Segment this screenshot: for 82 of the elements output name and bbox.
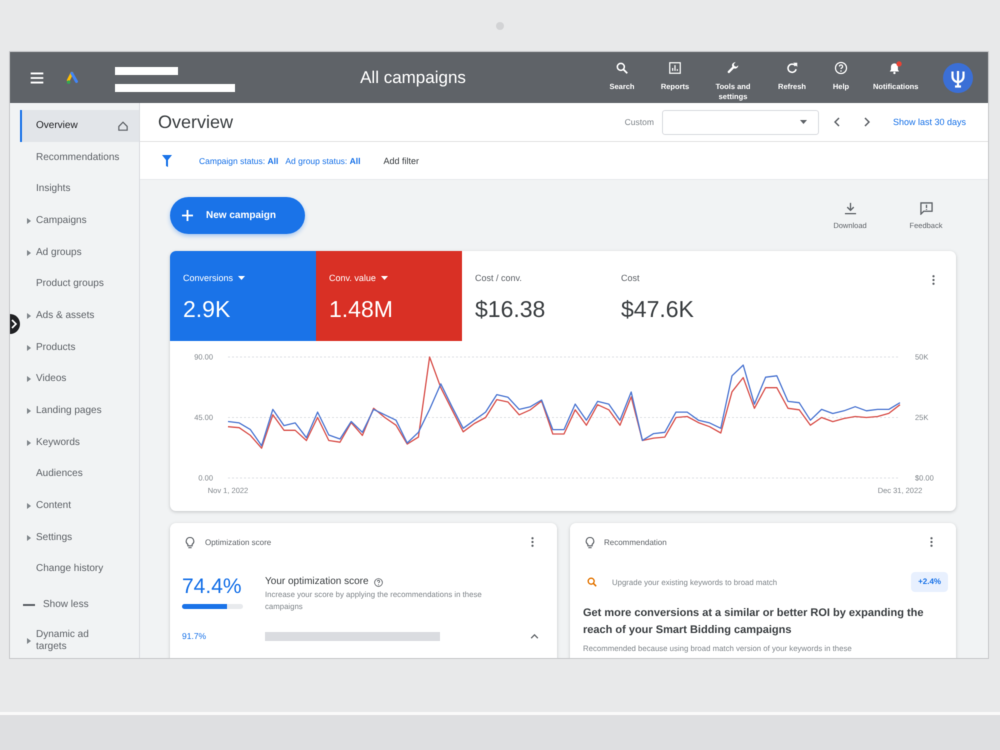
metric-label: Cost / conv. <box>475 272 522 284</box>
sidebar-item[interactable]: Product groups <box>20 268 139 300</box>
caret-icon <box>27 250 31 256</box>
search-icon <box>587 577 597 587</box>
sidebar-item[interactable]: Content <box>20 490 139 522</box>
caret-icon <box>380 276 388 280</box>
score-value: 74.4% <box>182 575 243 599</box>
filter-chip[interactable]: Campaign status: All <box>199 156 278 166</box>
refresh-icon <box>785 61 799 75</box>
sidebar-item[interactable]: Videos <box>20 364 139 396</box>
caret-icon <box>27 312 31 319</box>
sidebar-item[interactable]: Audiences <box>20 458 139 490</box>
help-icon[interactable] <box>374 578 383 586</box>
sidebar-item[interactable]: Landing pages <box>20 395 139 427</box>
chevron-right-icon[interactable] <box>864 117 870 127</box>
uplift-badge: +2.4% <box>911 572 948 592</box>
date-range-link[interactable]: Show last 30 days <box>892 117 966 127</box>
sidebar-item[interactable]: Products <box>20 332 139 364</box>
date-label: Custom <box>624 117 654 127</box>
metric-value: $47.6K <box>621 296 695 322</box>
card-title: Optimization score <box>205 538 272 546</box>
caret-icon <box>27 638 31 644</box>
search-icon <box>615 61 629 75</box>
sidebar-item[interactable]: Show less <box>20 585 139 626</box>
caret-icon <box>238 276 246 280</box>
filter-chip[interactable]: Ad group status: All <box>285 156 361 166</box>
sidebar-item[interactable]: Recommendations <box>20 142 139 174</box>
sidebar-item[interactable]: Ad groups <box>20 236 139 268</box>
more-icon[interactable] <box>930 536 933 548</box>
recommendation-headline: Get more conversions at a similar or better ROI by expanding the reach of your Smart Bidding campaigns <box>583 606 924 638</box>
caret-icon <box>27 503 31 510</box>
more-icon[interactable] <box>932 274 935 286</box>
metric-label: Conversions <box>183 272 234 284</box>
sidebar-item[interactable]: Campaigns <box>20 205 139 237</box>
caret-icon <box>27 218 31 224</box>
sidebar-item[interactable]: Keywords <box>20 426 139 459</box>
page-title: Overview <box>158 112 234 132</box>
bulb-icon <box>585 536 595 548</box>
sidebar-item[interactable]: Change history <box>20 554 139 586</box>
metric-value: 1.48M <box>329 296 394 322</box>
home-icon <box>118 120 128 131</box>
sidebar-item[interactable]: Dynamic ad targets <box>20 625 139 657</box>
metric-value: 2.9K <box>183 296 232 322</box>
collapse-handle-icon[interactable] <box>10 314 20 334</box>
topbar-title: All campaigns <box>359 68 467 88</box>
caret-icon <box>27 344 31 351</box>
filter-icon[interactable] <box>162 154 172 166</box>
score-heading: Your optimization score <box>265 575 369 589</box>
card-title: Recommendation <box>604 538 667 546</box>
sidebar-item[interactable]: Overview <box>20 110 139 142</box>
bar-chart-icon <box>668 61 682 75</box>
metric-value: $16.38 <box>475 296 546 322</box>
menu-icon[interactable] <box>30 72 44 84</box>
caret-icon <box>27 408 31 414</box>
metric-tile[interactable]: Conv. value 1.48M <box>316 251 462 341</box>
redaction-bar <box>115 67 178 75</box>
plus-icon <box>182 210 193 221</box>
metric-label: Cost <box>621 272 640 284</box>
sidebar-item[interactable]: Ads & assets <box>20 300 139 332</box>
new-campaign-button[interactable]: New campaign <box>170 197 305 234</box>
feedback-icon <box>920 202 932 214</box>
chevron-up-icon[interactable] <box>530 634 539 638</box>
metric-tile[interactable]: Conversions 2.9K <box>170 251 316 341</box>
logo-icon <box>66 70 80 84</box>
metric-label: Conv. value <box>329 272 376 284</box>
bell-icon <box>888 61 902 75</box>
caret-icon <box>27 440 31 446</box>
download-icon <box>844 202 856 214</box>
chevron-left-icon[interactable] <box>834 117 840 127</box>
sidebar-item[interactable]: Insights <box>20 173 139 206</box>
add-filter-button[interactable]: Add filter <box>384 156 420 166</box>
help-icon <box>834 61 848 75</box>
sidebar-item[interactable]: Settings <box>20 522 139 554</box>
caret-icon <box>800 120 807 124</box>
more-icon[interactable] <box>531 536 534 548</box>
campaign-score: 91.7% <box>182 630 206 642</box>
caret-icon <box>27 376 31 382</box>
avatar-icon[interactable] <box>943 62 973 92</box>
minus-icon <box>23 604 35 606</box>
wrench-icon <box>726 61 740 75</box>
caret-icon <box>27 534 31 541</box>
bulb-icon <box>185 536 195 548</box>
